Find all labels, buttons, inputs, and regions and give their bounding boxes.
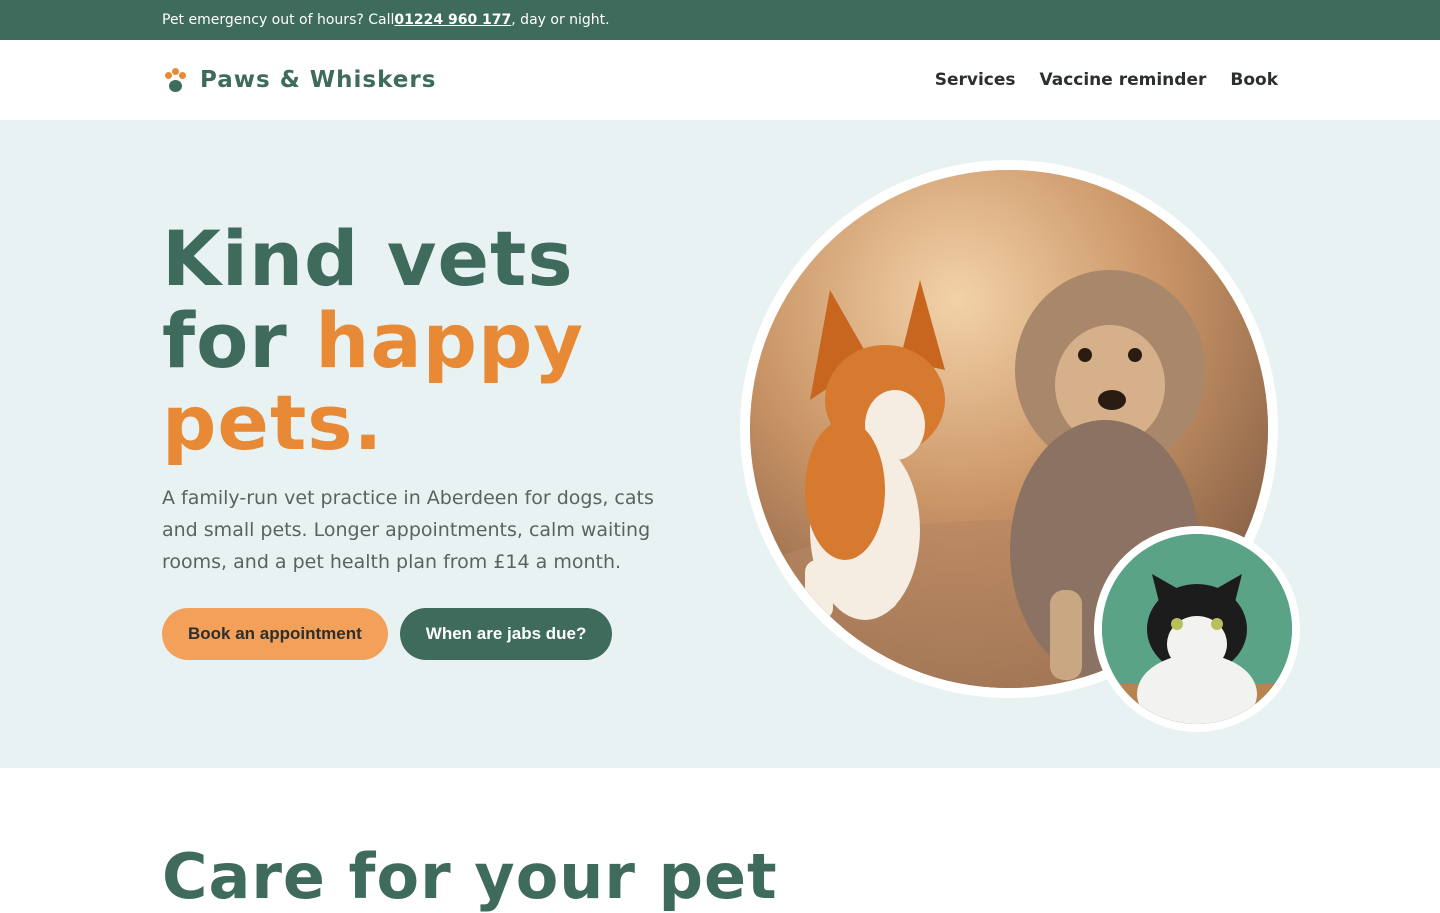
nav-vaccine-reminder[interactable]: Vaccine reminder (1040, 70, 1207, 90)
main-nav: Services Vaccine reminder Book (935, 70, 1278, 90)
headline-line-2-accent: happy (315, 296, 584, 385)
headline-line-2-plain: for (162, 296, 316, 385)
book-appointment-button[interactable]: Book an appointment (162, 608, 388, 660)
emergency-banner: Pet emergency out of hours? Call 01224 9… (0, 0, 1440, 40)
emergency-text-prefix: Pet emergency out of hours? Call (162, 12, 395, 28)
care-section: Care for your pet (162, 840, 778, 913)
hero-headline: Kind vets for happy pets. (162, 218, 722, 464)
jabs-due-button[interactable]: When are jabs due? (399, 608, 613, 660)
brand-logo-link[interactable]: Paws & Whiskers (162, 67, 436, 93)
hero-description: A family-run vet practice in Aberdeen fo… (162, 487, 654, 573)
brand-name: Paws & Whiskers (200, 67, 437, 93)
emergency-phone-link[interactable]: 01224 960 177 (394, 12, 511, 28)
site-header: Paws & Whiskers Services Vaccine reminde… (0, 40, 1440, 120)
nav-book[interactable]: Book (1230, 70, 1278, 90)
nav-services[interactable]: Services (935, 70, 1016, 90)
hero-section: Kind vets for happy pets. A family-run v… (0, 120, 1440, 768)
hero-text: Kind vets for happy pets. A family-run v… (162, 218, 722, 660)
paw-icon (162, 67, 188, 93)
cat-photo (1094, 526, 1300, 732)
headline-line-3-accent: pets. (162, 378, 384, 467)
hero-actions: Book an appointment When are jabs due? (162, 608, 722, 660)
emergency-text-suffix: , day or night. (511, 12, 610, 28)
headline-line-1: Kind vets (162, 214, 574, 303)
care-section-title: Care for your pet (162, 840, 778, 913)
